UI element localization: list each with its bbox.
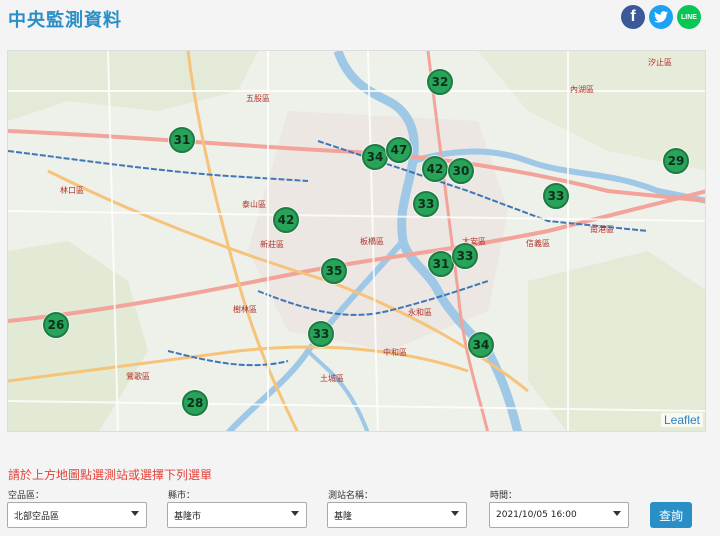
station-marker[interactable]: 33 [452, 243, 478, 269]
map-label: 泰山區 [242, 200, 266, 209]
station-select-value: 基隆 [334, 511, 353, 522]
time-select-value: 2021/10/05 16:00 [496, 510, 577, 520]
map-label: 鶯歌區 [126, 372, 150, 381]
station-marker[interactable]: 29 [663, 148, 689, 174]
map-label: 信義區 [526, 239, 550, 248]
chevron-down-icon [613, 511, 621, 516]
station-label: 測站名稱： [328, 491, 374, 501]
map-label: 內湖區 [570, 85, 594, 94]
station-marker[interactable]: 42 [422, 156, 448, 182]
query-button[interactable]: 查詢 [650, 502, 692, 528]
twitter-share-icon[interactable] [649, 5, 673, 29]
chevron-down-icon [451, 511, 459, 516]
station-marker[interactable]: 34 [362, 144, 388, 170]
map-instruction: 請於上方地圖點選測站或選擇下列選單 [8, 468, 213, 482]
chevron-down-icon [131, 511, 139, 516]
station-marker[interactable]: 34 [468, 332, 494, 358]
station-marker[interactable]: 42 [273, 207, 299, 233]
time-select[interactable]: 2021/10/05 16:00 [489, 502, 629, 528]
chevron-down-icon [291, 511, 299, 516]
station-marker[interactable]: 33 [308, 321, 334, 347]
map-label: 五股區 [246, 94, 270, 103]
map-base-tiles [8, 51, 705, 431]
station-marker[interactable]: 31 [428, 251, 454, 277]
station-select[interactable]: 基隆 [327, 502, 467, 528]
map-label: 永和區 [408, 308, 432, 317]
area-select[interactable]: 北部空品區 [7, 502, 147, 528]
line-share-icon[interactable]: LINE [677, 5, 701, 29]
station-marker[interactable]: 31 [169, 127, 195, 153]
area-label: 空品區： [8, 491, 45, 501]
station-marker[interactable]: 26 [43, 312, 69, 338]
map-label: 土城區 [320, 374, 344, 383]
station-marker[interactable]: 47 [386, 137, 412, 163]
map-label: 汐止區 [648, 58, 672, 67]
map-label: 板橋區 [360, 237, 384, 246]
station-marker[interactable]: 28 [182, 390, 208, 416]
map-label: 樹林區 [233, 305, 257, 314]
map-label: 南港區 [590, 225, 614, 234]
facebook-share-icon[interactable]: f [621, 5, 645, 29]
station-map[interactable]: 林口區 五股區 泰山區 新莊區 樹林區 板橋區 中和區 永和區 土城區 鶯歌區 … [7, 50, 706, 432]
county-select-value: 基隆市 [174, 511, 202, 522]
leaflet-attribution-link[interactable]: Leaflet [660, 413, 703, 427]
time-label: 時間： [490, 491, 518, 501]
station-marker[interactable]: 33 [413, 191, 439, 217]
map-label: 中和區 [383, 348, 407, 357]
county-label: 縣市： [168, 491, 196, 501]
area-select-value: 北部空品區 [14, 511, 60, 522]
station-marker[interactable]: 32 [427, 69, 453, 95]
station-marker[interactable]: 30 [448, 158, 474, 184]
station-marker[interactable]: 33 [543, 183, 569, 209]
map-label: 林口區 [60, 186, 84, 195]
county-select[interactable]: 基隆市 [167, 502, 307, 528]
station-marker[interactable]: 35 [321, 258, 347, 284]
map-label: 新莊區 [260, 240, 284, 249]
page-title: 中央監測資料 [8, 10, 122, 31]
